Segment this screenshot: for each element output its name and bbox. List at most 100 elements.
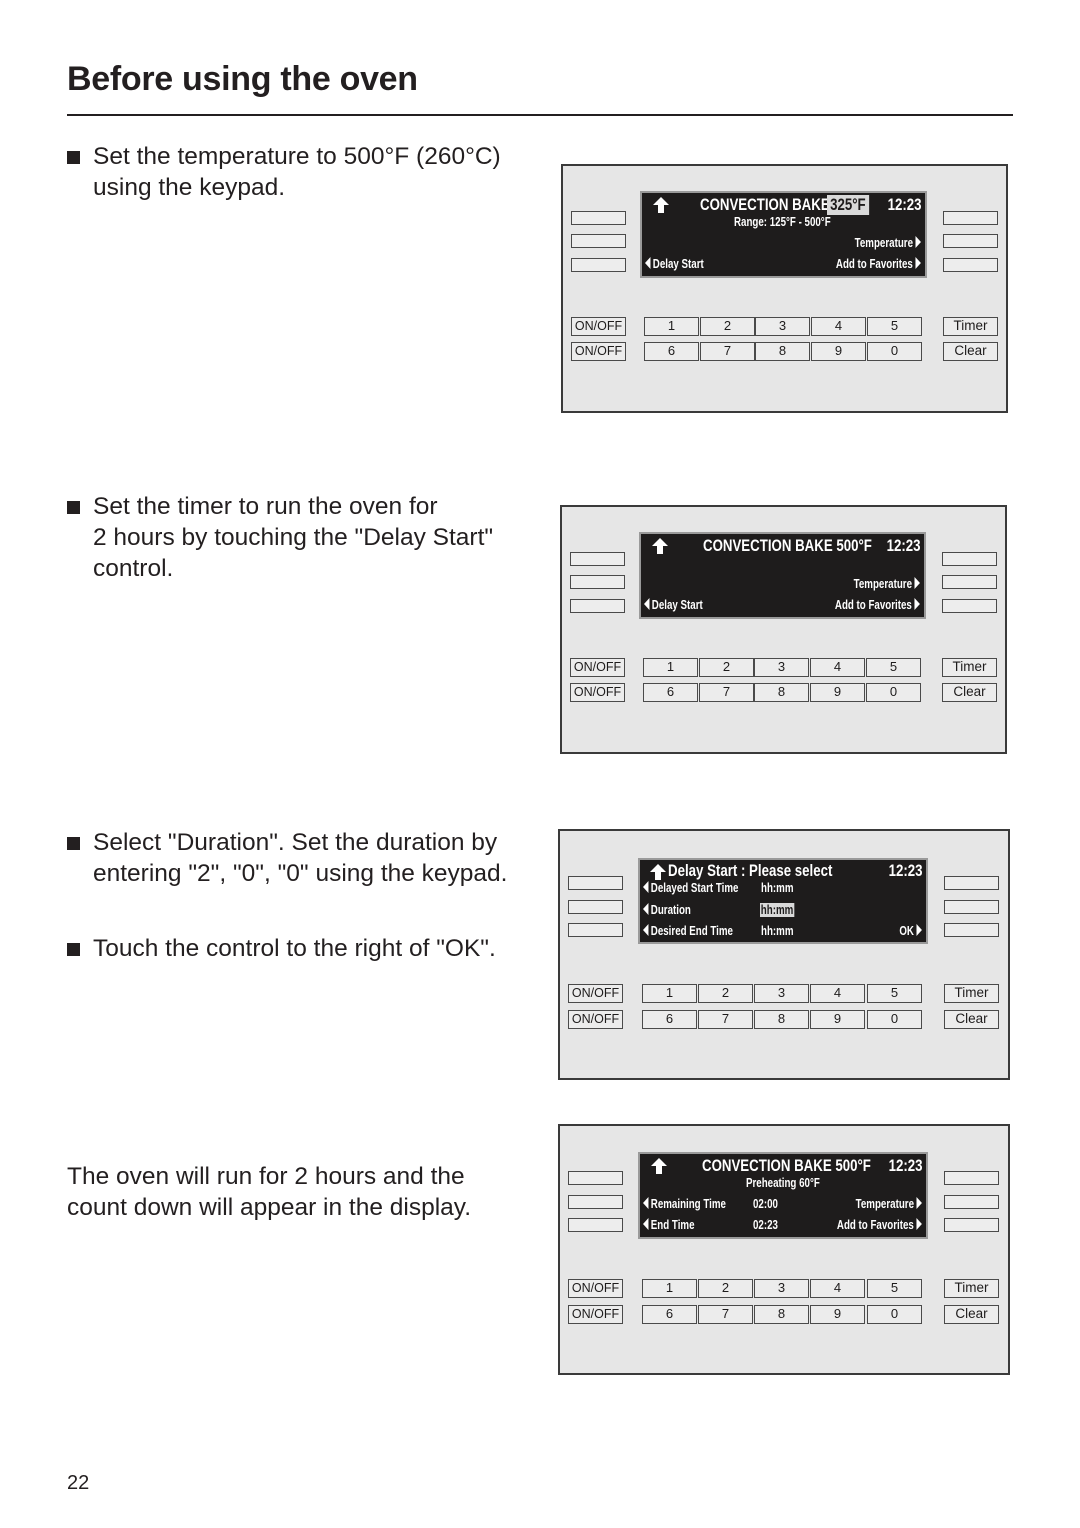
up-arrow-icon[interactable]	[652, 196, 670, 214]
left-softkey-1[interactable]	[571, 211, 626, 225]
key-8[interactable]: 8	[754, 1010, 809, 1029]
right-softkey-2[interactable]	[943, 234, 998, 248]
right-softkey-3[interactable]	[943, 258, 998, 272]
key-6[interactable]: 6	[642, 1010, 697, 1029]
left-softkey-3[interactable]	[570, 599, 625, 613]
left-softkey-2[interactable]	[568, 900, 623, 914]
on-off-button[interactable]: ON/OFF	[570, 658, 625, 677]
desired-end-time-option[interactable]: Desired End Time	[643, 924, 733, 938]
left-softkey-3[interactable]	[568, 1218, 623, 1232]
on-off-button[interactable]: ON/OFF	[571, 342, 626, 361]
key-3[interactable]: 3	[754, 984, 809, 1003]
right-softkey-2[interactable]	[942, 575, 997, 589]
key-0[interactable]: 0	[867, 1305, 922, 1324]
delayed-start-time-option[interactable]: Delayed Start Time	[643, 881, 738, 895]
up-arrow-icon[interactable]	[649, 863, 667, 881]
display-screen: Delay Start : Please select 12:23 Delaye…	[638, 858, 928, 944]
on-off-button[interactable]: ON/OFF	[568, 1010, 623, 1029]
timer-button[interactable]: Timer	[943, 317, 998, 336]
right-softkey-3[interactable]	[942, 599, 997, 613]
key-4[interactable]: 4	[810, 984, 865, 1003]
key-6[interactable]: 6	[644, 342, 699, 361]
left-softkey-2[interactable]	[568, 1195, 623, 1209]
on-off-button[interactable]: ON/OFF	[568, 984, 623, 1003]
key-1[interactable]: 1	[644, 317, 699, 336]
left-softkey-2[interactable]	[570, 575, 625, 589]
duration-value-field[interactable]: hh:mm	[760, 903, 795, 917]
key-2[interactable]: 2	[699, 658, 754, 677]
key-0[interactable]: 0	[867, 342, 922, 361]
key-4[interactable]: 4	[810, 1279, 865, 1298]
key-9[interactable]: 9	[810, 1010, 865, 1029]
clear-button[interactable]: Clear	[942, 683, 997, 702]
right-softkey-2[interactable]	[944, 1195, 999, 1209]
key-3[interactable]: 3	[755, 317, 810, 336]
left-softkey-1[interactable]	[568, 876, 623, 890]
key-1[interactable]: 1	[642, 984, 697, 1003]
right-softkey-3[interactable]	[944, 1218, 999, 1232]
left-softkey-3[interactable]	[571, 258, 626, 272]
on-off-button[interactable]: ON/OFF	[568, 1279, 623, 1298]
right-softkey-1[interactable]	[943, 211, 998, 225]
timer-button[interactable]: Timer	[942, 658, 997, 677]
right-softkey-1[interactable]	[944, 876, 999, 890]
delay-start-option[interactable]: Delay Start	[644, 598, 703, 612]
duration-option[interactable]: Duration	[643, 903, 691, 917]
on-off-button[interactable]: ON/OFF	[571, 317, 626, 336]
clear-button[interactable]: Clear	[943, 342, 998, 361]
key-7[interactable]: 7	[698, 1305, 753, 1324]
key-8[interactable]: 8	[754, 1305, 809, 1324]
key-8[interactable]: 8	[754, 683, 809, 702]
key-2[interactable]: 2	[698, 984, 753, 1003]
right-softkey-2[interactable]	[944, 900, 999, 914]
key-9[interactable]: 9	[811, 342, 866, 361]
add-to-favorites-option[interactable]: Add to Favorites	[836, 257, 921, 271]
key-9[interactable]: 9	[810, 683, 865, 702]
temperature-option[interactable]: Temperature	[855, 236, 921, 250]
ok-option[interactable]: OK	[900, 924, 922, 938]
up-arrow-icon[interactable]	[650, 1157, 668, 1175]
delay-start-option[interactable]: Delay Start	[645, 257, 704, 271]
on-off-button[interactable]: ON/OFF	[568, 1305, 623, 1324]
key-8[interactable]: 8	[755, 342, 810, 361]
key-0[interactable]: 0	[867, 1010, 922, 1029]
key-7[interactable]: 7	[699, 683, 754, 702]
key-2[interactable]: 2	[698, 1279, 753, 1298]
left-softkey-2[interactable]	[571, 234, 626, 248]
key-0[interactable]: 0	[866, 683, 921, 702]
right-softkey-3[interactable]	[944, 923, 999, 937]
key-2[interactable]: 2	[700, 317, 755, 336]
temperature-option[interactable]: Temperature	[854, 577, 920, 591]
right-softkey-1[interactable]	[942, 552, 997, 566]
timer-button[interactable]: Timer	[944, 984, 999, 1003]
left-softkey-3[interactable]	[568, 923, 623, 937]
key-5[interactable]: 5	[867, 317, 922, 336]
key-1[interactable]: 1	[642, 1279, 697, 1298]
add-to-favorites-option[interactable]: Add to Favorites	[837, 1218, 922, 1232]
key-6[interactable]: 6	[643, 683, 698, 702]
key-6[interactable]: 6	[642, 1305, 697, 1324]
up-arrow-icon[interactable]	[651, 537, 669, 555]
key-5[interactable]: 5	[866, 658, 921, 677]
timer-button[interactable]: Timer	[944, 1279, 999, 1298]
left-softkey-1[interactable]	[568, 1171, 623, 1185]
key-7[interactable]: 7	[700, 342, 755, 361]
key-9[interactable]: 9	[810, 1305, 865, 1324]
remaining-time-option[interactable]: Remaining Time	[643, 1197, 726, 1211]
clear-button[interactable]: Clear	[944, 1305, 999, 1324]
on-off-button[interactable]: ON/OFF	[570, 683, 625, 702]
left-softkey-1[interactable]	[570, 552, 625, 566]
key-1[interactable]: 1	[643, 658, 698, 677]
key-3[interactable]: 3	[754, 658, 809, 677]
key-3[interactable]: 3	[754, 1279, 809, 1298]
end-time-option[interactable]: End Time	[643, 1218, 695, 1232]
add-to-favorites-option[interactable]: Add to Favorites	[835, 598, 920, 612]
key-4[interactable]: 4	[810, 658, 865, 677]
key-4[interactable]: 4	[811, 317, 866, 336]
key-7[interactable]: 7	[698, 1010, 753, 1029]
key-5[interactable]: 5	[867, 984, 922, 1003]
key-5[interactable]: 5	[867, 1279, 922, 1298]
clear-button[interactable]: Clear	[944, 1010, 999, 1029]
temperature-option[interactable]: Temperature	[856, 1197, 922, 1211]
right-softkey-1[interactable]	[944, 1171, 999, 1185]
